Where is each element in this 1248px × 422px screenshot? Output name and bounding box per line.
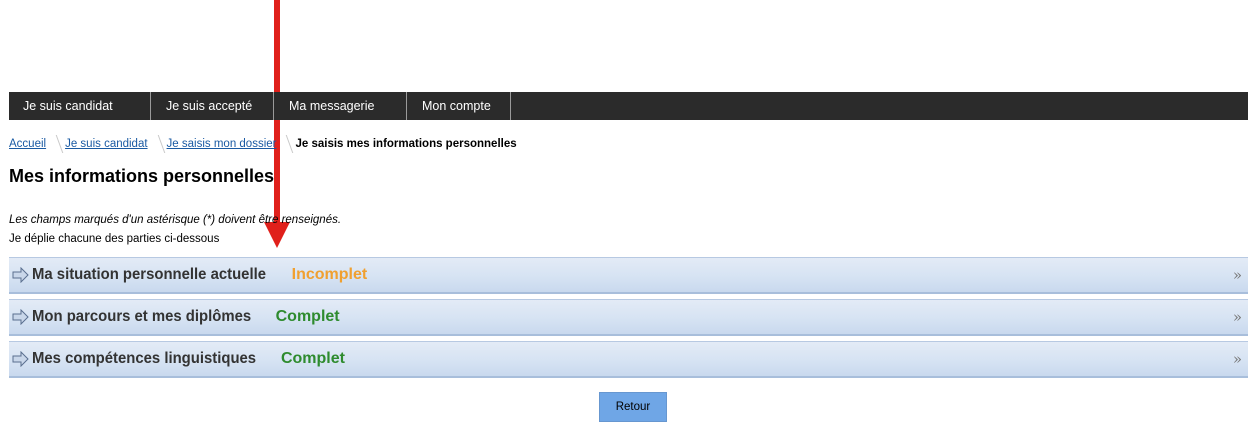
status-badge: Complet — [280, 350, 345, 367]
breadcrumb-link-accueil[interactable]: Accueil — [9, 138, 46, 150]
section-situation-personnelle[interactable]: Ma situation personnelle actuelle Incomp… — [9, 257, 1248, 294]
breadcrumb-link-dossier[interactable]: Je saisis mon dossier — [167, 138, 277, 150]
breadcrumb: Accueil Je suis candidat Je saisis mon d… — [9, 135, 517, 153]
breadcrumb-current: Je saisis mes informations personnelles — [295, 138, 517, 150]
breadcrumb-separator — [278, 135, 294, 153]
nav-item-candidat[interactable]: Je suis candidat — [9, 92, 151, 120]
nav-item-messagerie[interactable]: Ma messagerie — [274, 92, 407, 120]
nav-item-compte[interactable]: Mon compte — [407, 92, 511, 120]
chevron-right-icon: » — [1232, 350, 1242, 368]
section-parcours-diplomes[interactable]: Mon parcours et mes diplômes Complet » — [9, 299, 1248, 336]
main-nav: Je suis candidat Je suis accepté Ma mess… — [9, 92, 1248, 120]
section-competences-linguistiques[interactable]: Mes compétences linguistiques Complet » — [9, 341, 1248, 378]
arrow-right-icon — [12, 267, 29, 283]
status-badge: Incomplet — [291, 266, 368, 283]
required-fields-note: Les champs marqués d'un astérisque (*) d… — [9, 214, 342, 226]
section-label: Ma situation personnelle actuelle — [32, 266, 267, 283]
status-badge: Complet — [275, 308, 340, 325]
chevron-right-icon: » — [1232, 266, 1242, 284]
section-label: Mes compétences linguistiques — [32, 350, 257, 367]
nav-item-accepte[interactable]: Je suis accepté — [151, 92, 274, 120]
breadcrumb-link-candidat[interactable]: Je suis candidat — [65, 138, 147, 150]
page-title: Mes informations personnelles — [9, 166, 275, 186]
arrow-right-icon — [12, 351, 29, 367]
breadcrumb-separator — [149, 135, 165, 153]
breadcrumb-separator — [47, 135, 64, 153]
instruction-text: Je déplie chacune des parties ci-dessous — [9, 233, 220, 245]
section-label: Mon parcours et mes diplômes — [32, 308, 252, 325]
back-button[interactable]: Retour — [599, 392, 667, 422]
arrow-right-icon — [12, 309, 29, 325]
chevron-right-icon: » — [1232, 308, 1242, 326]
